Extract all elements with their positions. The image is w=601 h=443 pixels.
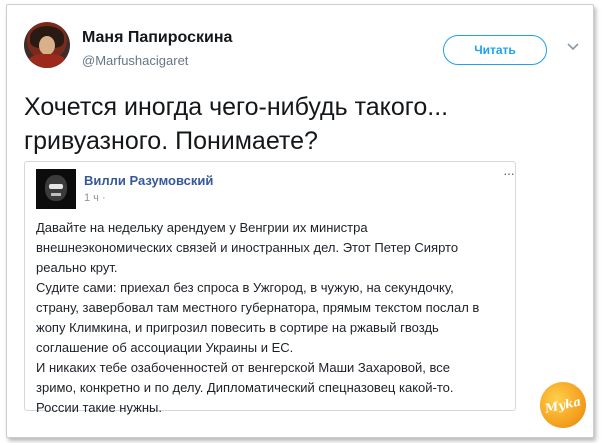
fb-post-line: реально крут. (36, 260, 118, 275)
fb-post-line: Судите сами: приехал без спроса в Ужгоро… (36, 280, 454, 295)
more-options-icon[interactable]: ··· (503, 165, 515, 181)
tweet-text-line: гривуазного. Понимаете? (24, 127, 318, 155)
fb-post-line: Давайте на недельку арендуем у Венгрии и… (36, 220, 368, 235)
fb-post-line: России такие нужны. (36, 400, 162, 415)
tweet-text: Хочется иногда чего-нибудь такого... гри… (24, 90, 564, 158)
fb-author-avatar[interactable] (36, 169, 76, 209)
fb-post-time[interactable]: 1 ч · (84, 192, 106, 204)
fb-post-text: Давайте на недельку арендуем у Венгрии и… (36, 218, 514, 418)
author-handle[interactable]: @Marfushacigaret (82, 53, 188, 68)
embedded-facebook-post[interactable]: Вилли Разумовский 1 ч · ··· Давайте на н… (24, 161, 516, 415)
follow-button[interactable]: Читать (443, 35, 547, 65)
fb-post-line: жопу Климкина, и пригрозил повесить в со… (36, 320, 439, 335)
author-avatar[interactable] (24, 22, 70, 68)
author-name[interactable]: Маня Папироскина (82, 29, 232, 47)
fb-author-name[interactable]: Вилли Разумовский (84, 173, 213, 188)
tweet-text-line: Хочется иногда чего-нибудь такого... (24, 93, 449, 121)
fb-post-line: соглашение об ассоциации Украины и ЕС. (36, 340, 294, 355)
fb-post-line: страну, завербовал там местного губернат… (36, 300, 480, 315)
chevron-down-icon[interactable] (566, 42, 580, 52)
avatar-eyes (49, 184, 63, 189)
avatar-face (39, 36, 55, 55)
fb-post-line: И никаких тебе озабоченностей от венгерс… (36, 360, 450, 375)
fb-post-line: зримо, конкретно и по делу. Дипломатичес… (36, 380, 454, 395)
avatar-mouth (51, 193, 61, 196)
avatar-clothing (28, 54, 66, 68)
fb-post-line: внешнеэкономических связей и иностранных… (36, 240, 459, 255)
